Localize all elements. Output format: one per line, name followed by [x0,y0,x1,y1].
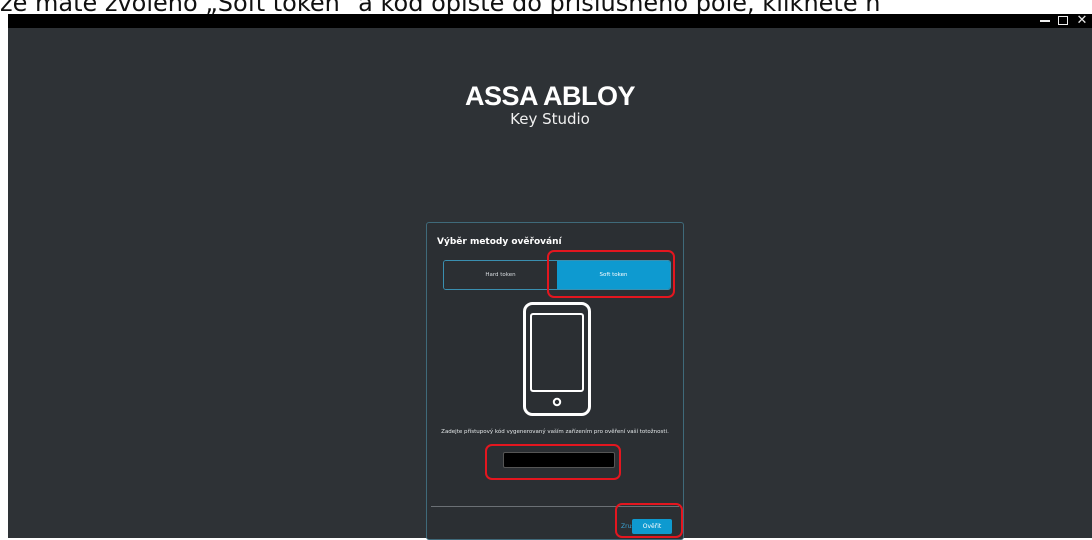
maximize-icon[interactable] [1056,14,1070,28]
brand-header: ASSA ABLOY Key Studio [8,82,1092,128]
assa-abloy-logo: ASSA ABLOY [464,81,636,111]
title-bar: ✕ [8,14,1092,28]
smartphone-icon [523,302,591,416]
close-icon[interactable]: ✕ [1074,14,1090,28]
hard-token-tab[interactable]: Hard token [444,261,557,289]
product-name: Key Studio [510,110,590,128]
highlight-passcode-input [485,444,621,480]
passcode-prompt: Zadejte přístupový kód vygenerovaný vaší… [441,429,669,435]
instruction-caption: že máte zvoleno „Soft token“ a kód opišt… [0,0,881,15]
highlight-verify-button [615,503,683,538]
minimize-icon[interactable] [1038,14,1052,28]
highlight-soft-token [547,250,675,298]
dialog-title: Výběr metody ověřování [437,237,562,247]
